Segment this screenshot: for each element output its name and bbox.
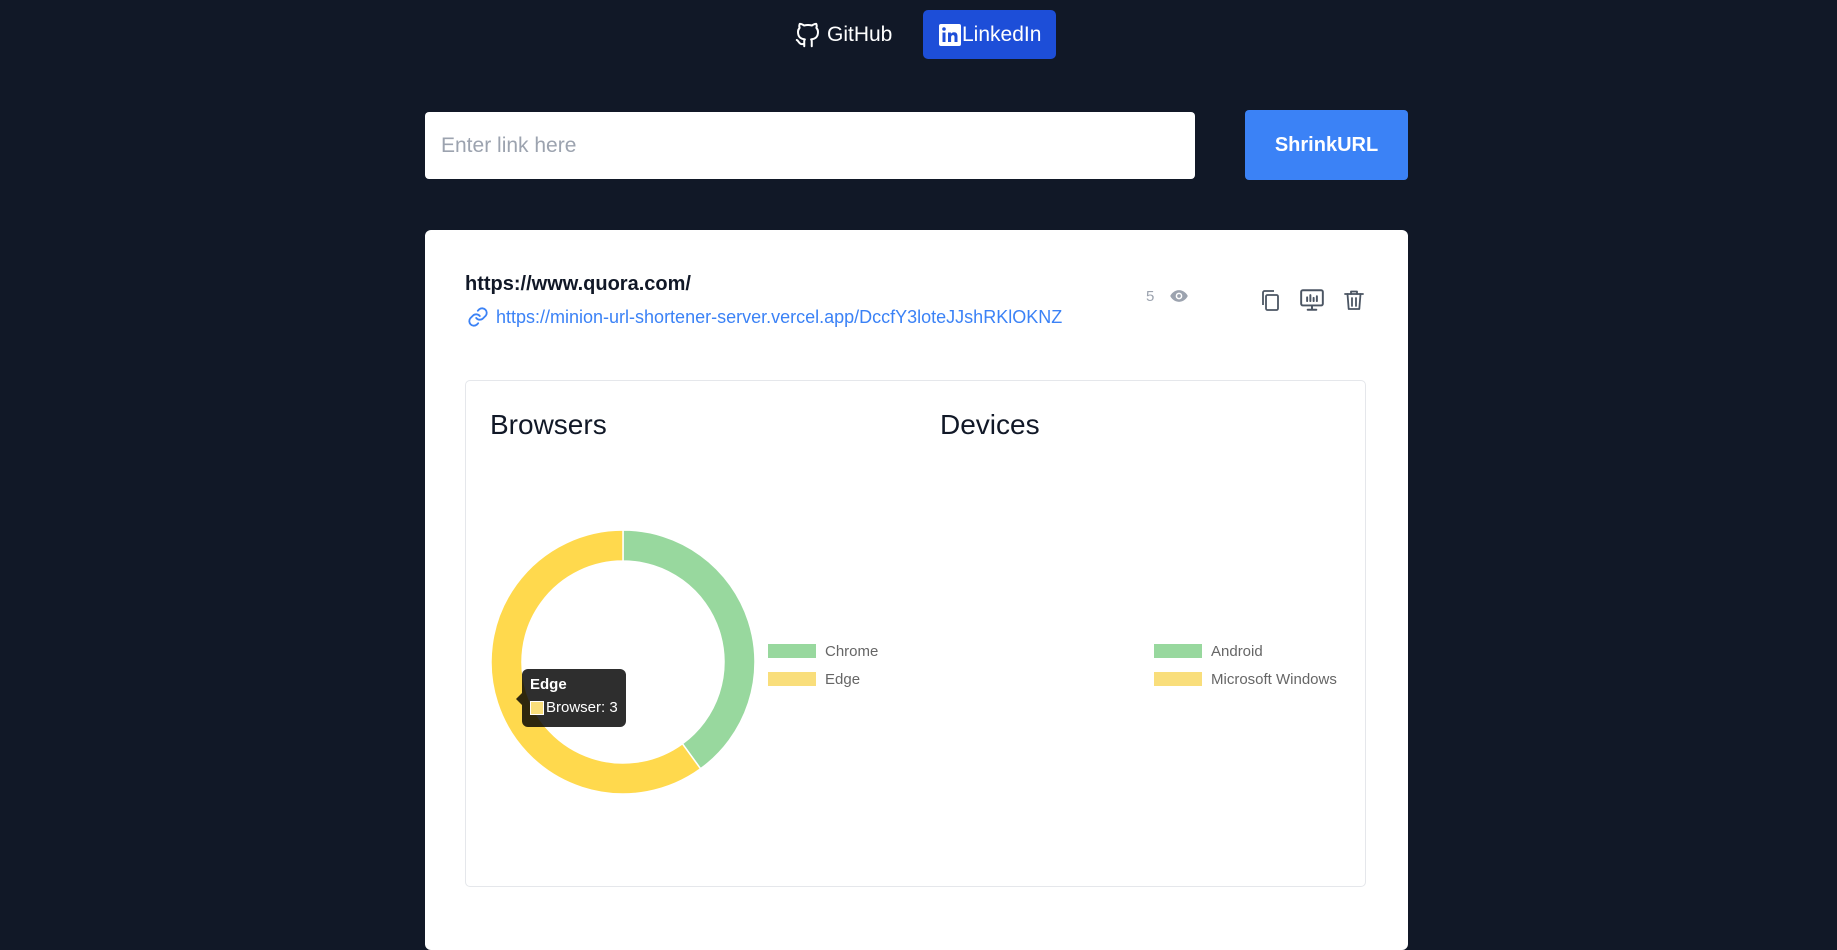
legend-label: Microsoft Windows — [1211, 670, 1337, 688]
view-count: 5 — [1146, 287, 1155, 305]
legend-swatch — [1154, 644, 1202, 658]
donut-slice-chrome[interactable] — [622, 529, 756, 770]
devices-chart-title: Devices — [940, 409, 1040, 440]
tooltip-title: Edge — [530, 676, 567, 693]
browsers-chart-title: Browsers — [490, 409, 607, 440]
github-link-label: GitHub — [827, 22, 893, 46]
legend-label: Chrome — [825, 642, 879, 660]
legend-label: Edge — [825, 670, 861, 688]
copy-button[interactable] — [1255, 285, 1285, 315]
legend-swatch — [768, 672, 816, 686]
tooltip-body: Browser: 3 — [530, 699, 618, 716]
short-url-link[interactable]: https://minion-url-shortener-server.verc… — [467, 306, 1062, 328]
browsers-legend: Chrome Edge — [768, 637, 878, 693]
top-navigation: GitHub LinkedIn — [0, 10, 1837, 60]
link-icon — [468, 307, 488, 327]
legend-item-microsoft-windows[interactable]: Microsoft Windows — [1154, 665, 1337, 693]
github-link[interactable]: GitHub — [787, 10, 903, 59]
eye-icon — [1170, 290, 1189, 302]
link-card: https://www.quora.com/ https://minion-ur… — [425, 230, 1408, 950]
view-counter: 5 — [1146, 286, 1192, 306]
legend-item-chrome[interactable]: Chrome — [768, 637, 878, 665]
github-icon — [795, 22, 819, 47]
stats-panel: Browsers Devices Chrome Edge Android Micro… — [465, 380, 1366, 887]
devices-legend: Android Microsoft Windows — [1154, 637, 1337, 693]
linkedin-link-label: LinkedIn — [962, 22, 1042, 46]
chart-tooltip: Edge Browser: 3 — [516, 669, 626, 727]
linkedin-icon — [939, 23, 961, 46]
shrink-url-button[interactable]: ShrinkURL — [1245, 110, 1408, 180]
qr-code-button[interactable] — [1297, 285, 1327, 315]
legend-swatch — [768, 644, 816, 658]
short-url-label: https://minion-url-shortener-server.verc… — [496, 306, 1063, 327]
legend-item-edge[interactable]: Edge — [768, 665, 878, 693]
qr-code-icon — [1300, 289, 1324, 311]
original-url: https://www.quora.com/ — [465, 273, 691, 295]
legend-item-android[interactable]: Android — [1154, 637, 1337, 665]
link-input[interactable] — [425, 112, 1195, 179]
delete-button[interactable] — [1339, 285, 1369, 315]
tooltip-swatch — [530, 700, 544, 715]
linkedin-link[interactable]: LinkedIn — [923, 10, 1056, 59]
legend-label: Android — [1211, 642, 1263, 660]
trash-icon — [1344, 290, 1364, 310]
tooltip-value: Browser: 3 — [546, 699, 618, 716]
legend-swatch — [1154, 672, 1202, 686]
copy-icon — [1262, 290, 1279, 311]
browsers-donut-chart[interactable] — [490, 529, 756, 795]
